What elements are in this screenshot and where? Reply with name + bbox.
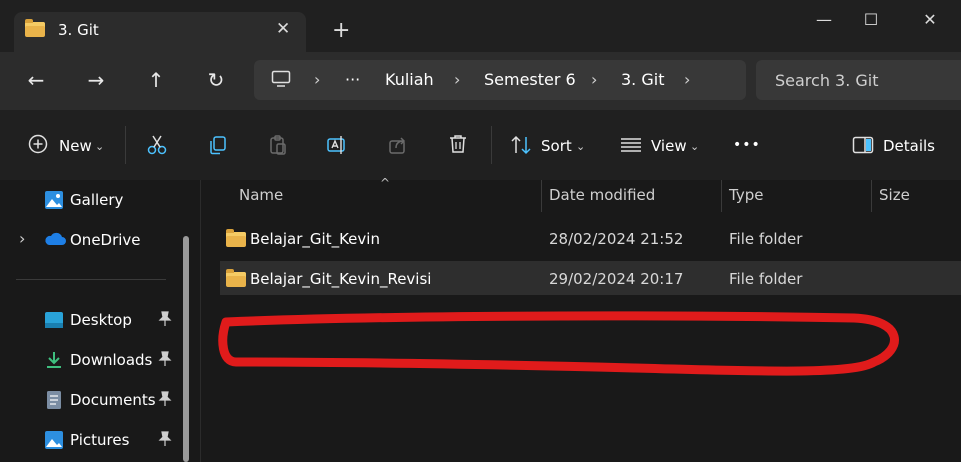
paste-icon[interactable] bbox=[267, 134, 289, 156]
cut-icon[interactable] bbox=[146, 134, 168, 156]
maximize-button[interactable]: ☐ bbox=[848, 8, 894, 32]
sidebar-item-documents[interactable]: Documents bbox=[70, 391, 156, 409]
pictures-icon bbox=[44, 430, 64, 450]
folder-icon bbox=[226, 269, 246, 287]
back-button[interactable]: ← bbox=[20, 66, 52, 94]
file-name: Belajar_Git_Kevin bbox=[250, 230, 380, 248]
pin-icon bbox=[158, 431, 172, 447]
delete-icon[interactable] bbox=[447, 133, 469, 155]
new-tab-button[interactable]: + bbox=[332, 18, 350, 44]
pin-icon bbox=[158, 391, 172, 407]
red-annotation-scribble bbox=[214, 310, 904, 388]
column-header-date-modified[interactable]: Date modified bbox=[549, 186, 655, 204]
sidebar-item-gallery[interactable]: Gallery bbox=[70, 191, 123, 209]
folder-icon bbox=[25, 19, 45, 37]
breadcrumb-separator: › bbox=[591, 70, 598, 89]
share-icon[interactable] bbox=[387, 134, 409, 156]
breadcrumb-separator: › bbox=[684, 70, 691, 89]
close-window-button[interactable]: ✕ bbox=[907, 8, 953, 32]
sort-ascending-icon: ^ bbox=[380, 176, 391, 190]
pin-icon bbox=[158, 351, 172, 367]
column-divider[interactable] bbox=[541, 180, 542, 212]
refresh-button[interactable]: ↻ bbox=[200, 66, 232, 94]
file-type: File folder bbox=[729, 270, 803, 288]
pane-divider[interactable] bbox=[200, 180, 201, 462]
sidebar-item-pictures[interactable]: Pictures bbox=[70, 431, 129, 449]
file-type: File folder bbox=[729, 230, 803, 248]
file-date: 28/02/2024 21:52 bbox=[549, 230, 684, 248]
documents-icon bbox=[44, 390, 64, 410]
view-list-icon bbox=[620, 137, 642, 153]
new-button[interactable]: New bbox=[59, 137, 92, 155]
sidebar-item-downloads[interactable]: Downloads bbox=[70, 351, 152, 369]
breadcrumb-separator: › bbox=[314, 70, 321, 89]
details-button[interactable]: Details bbox=[883, 137, 935, 155]
file-date: 29/02/2024 20:17 bbox=[549, 270, 684, 288]
nav-scrollbar[interactable] bbox=[183, 236, 189, 462]
up-button[interactable]: ↑ bbox=[140, 66, 172, 94]
search-input[interactable]: Search 3. Git bbox=[775, 71, 879, 90]
toolbar-divider bbox=[491, 126, 492, 164]
column-divider[interactable] bbox=[871, 180, 872, 212]
breadcrumb-separator: › bbox=[454, 70, 461, 89]
details-pane-icon bbox=[852, 136, 874, 154]
nav-divider bbox=[16, 279, 166, 280]
forward-button[interactable]: → bbox=[80, 66, 112, 94]
column-header-size[interactable]: Size bbox=[879, 186, 910, 204]
more-options-button[interactable]: ••• bbox=[733, 136, 761, 154]
chevron-down-icon: ⌄ bbox=[95, 140, 105, 153]
copy-icon[interactable] bbox=[207, 134, 229, 156]
sort-button[interactable]: Sort bbox=[541, 137, 572, 155]
view-button[interactable]: View bbox=[651, 137, 687, 155]
gallery-icon bbox=[44, 190, 64, 210]
minimize-button[interactable]: — bbox=[801, 8, 847, 32]
tab-title: 3. Git bbox=[58, 21, 99, 39]
tab-close-button[interactable]: ✕ bbox=[276, 19, 290, 39]
column-header-type[interactable]: Type bbox=[729, 186, 763, 204]
computer-icon bbox=[271, 70, 291, 88]
chevron-down-icon: ⌄ bbox=[576, 140, 586, 153]
chevron-down-icon: ⌄ bbox=[690, 140, 700, 153]
file-name: Belajar_Git_Kevin_Revisi bbox=[250, 270, 432, 288]
onedrive-icon bbox=[44, 230, 66, 250]
sort-icon bbox=[510, 135, 532, 155]
breadcrumb-semester-6[interactable]: Semester 6 bbox=[484, 70, 576, 90]
sidebar-item-onedrive[interactable]: OneDrive bbox=[70, 231, 141, 249]
desktop-icon bbox=[44, 310, 64, 330]
rename-icon[interactable] bbox=[326, 134, 348, 156]
pin-icon bbox=[158, 311, 172, 327]
sidebar-item-desktop[interactable]: Desktop bbox=[70, 311, 132, 329]
breadcrumb-kuliah[interactable]: Kuliah bbox=[385, 70, 434, 90]
expand-onedrive-button[interactable]: › bbox=[19, 230, 25, 248]
column-divider[interactable] bbox=[721, 180, 722, 212]
plus-circle-icon bbox=[28, 134, 48, 154]
folder-icon bbox=[226, 229, 246, 247]
breadcrumb-more-button[interactable]: ··· bbox=[345, 70, 360, 90]
breadcrumb-3-git[interactable]: 3. Git bbox=[621, 70, 664, 90]
toolbar-divider bbox=[125, 126, 126, 164]
column-header-name[interactable]: Name bbox=[239, 186, 283, 204]
command-bar bbox=[0, 110, 961, 180]
downloads-icon bbox=[44, 350, 64, 370]
